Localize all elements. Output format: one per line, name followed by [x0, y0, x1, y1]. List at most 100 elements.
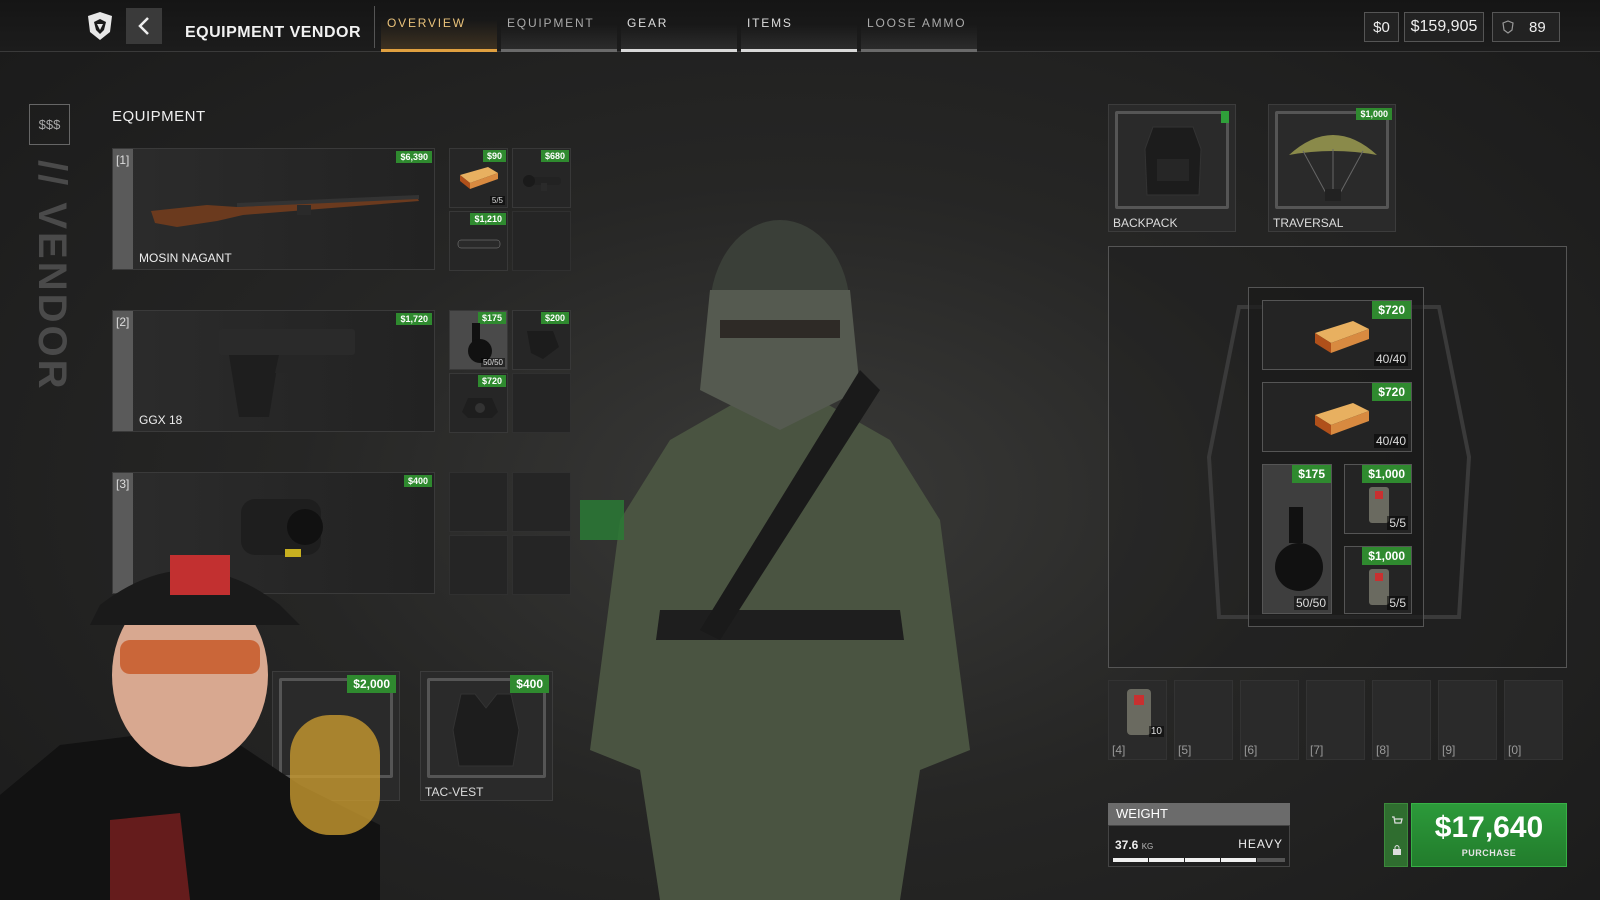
slot-index: [0] — [1508, 743, 1522, 757]
backpack-item[interactable]: $720 40/40 — [1262, 300, 1412, 370]
character-model — [580, 220, 970, 900]
tab-gear[interactable]: GEAR — [621, 6, 737, 52]
traversal-price: $1,000 — [1356, 108, 1392, 120]
weight-status: HEAVY — [1238, 837, 1283, 851]
streamer-webcam — [0, 555, 380, 900]
tab-equipment[interactable]: EQUIPMENT — [501, 6, 617, 52]
token-icon — [1502, 20, 1514, 34]
tac-vest-label: TAC-VEST — [425, 785, 484, 799]
attachment-slot-empty[interactable] — [449, 535, 508, 595]
top-bar: EQUIPMENT VENDOR OVERVIEW EQUIPMENT GEAR… — [0, 0, 1600, 52]
purchase-options-button[interactable] — [1384, 803, 1408, 867]
weight-bar-segment — [1149, 858, 1184, 862]
parachute-icon — [1289, 135, 1377, 201]
equipped-indicator — [1221, 111, 1229, 123]
backpack-item[interactable]: $1,000 5/5 — [1344, 464, 1412, 534]
backpack-icon — [1144, 126, 1202, 196]
attachment-slot[interactable]: $720 — [449, 373, 508, 433]
purchase-label: PURCHASE — [1461, 848, 1517, 858]
game-logo — [88, 12, 112, 40]
traversal-slot[interactable]: $1,000 TRAVERSAL — [1268, 104, 1396, 232]
item-count: 5/5 — [1387, 516, 1408, 530]
item-count: 10 — [1148, 726, 1164, 737]
drum-magazine-icon — [1275, 507, 1323, 591]
slot-strip — [113, 149, 133, 269]
ammo-count: 5/5 — [489, 196, 505, 205]
ammo-box-icon — [460, 167, 498, 189]
title-divider — [374, 6, 375, 48]
money-balance: $159,905 — [1404, 12, 1484, 42]
cart-icon — [1392, 816, 1403, 824]
slot-index: [4] — [1112, 743, 1126, 757]
weight-value-line: 37.6 KG — [1115, 838, 1153, 852]
weight-value: 37.6 — [1115, 838, 1139, 852]
sight-icon — [462, 398, 498, 418]
cash-balance: $0 — [1364, 12, 1399, 42]
ammo-count: 40/40 — [1373, 434, 1408, 448]
backpack-item[interactable]: $1,000 5/5 — [1344, 546, 1412, 614]
slot-index: [2] — [116, 315, 130, 329]
quick-slot[interactable]: [6] — [1240, 680, 1299, 760]
ammo-box-icon — [1315, 321, 1369, 353]
tac-vest-slot[interactable]: $400 TAC-VEST — [420, 671, 553, 801]
attachment-slot[interactable]: $175 50/50 — [449, 310, 508, 370]
quick-slot[interactable]: [7] — [1306, 680, 1365, 760]
quick-slot[interactable]: [8] — [1372, 680, 1431, 760]
weapon-slot-2[interactable]: [2] $1,720 GGX 18 — [112, 310, 435, 432]
slot-index: [8] — [1376, 743, 1390, 757]
attachment-slot-empty[interactable] — [449, 472, 508, 532]
weight-body: 37.6 KG HEAVY — [1108, 825, 1290, 867]
item-price: $1,000 — [1362, 465, 1411, 483]
attachment-price: $90 — [482, 150, 506, 162]
attachment-slot[interactable]: $1,210 — [449, 211, 508, 271]
weight-bar-segment — [1257, 858, 1285, 862]
page-title: EQUIPMENT VENDOR — [185, 24, 362, 41]
scope-icon — [523, 175, 561, 191]
weight-bar-segment — [1185, 858, 1220, 862]
item-price: $720 — [1372, 383, 1411, 401]
token-count: 89 — [1529, 18, 1546, 36]
purchase-button[interactable]: $17,640 PURCHASE — [1411, 803, 1567, 867]
slot-index: [6] — [1244, 743, 1258, 757]
tab-items[interactable]: ITEMS — [741, 6, 857, 52]
traversal-label: TRAVERSAL — [1273, 216, 1344, 230]
money-filter-button[interactable]: $$$ — [29, 104, 70, 145]
weapon-price: $1,720 — [396, 313, 432, 325]
attachment-price: $720 — [477, 375, 506, 387]
purchase-total: $17,640 — [1434, 811, 1544, 844]
vest-icon — [452, 693, 520, 767]
weight-panel: WEIGHT 37.6 KG HEAVY — [1108, 803, 1290, 867]
holster-icon — [527, 331, 559, 359]
item-count: 5/5 — [1387, 596, 1408, 610]
slot-index: [3] — [116, 477, 130, 491]
ammo-count: 40/40 — [1373, 352, 1408, 366]
item-price: $720 — [1372, 301, 1411, 319]
backpack-slot[interactable]: BACKPACK — [1108, 104, 1236, 232]
attachment-slot[interactable]: $90 5/5 — [449, 148, 508, 208]
attachment-price: $1,210 — [470, 213, 506, 225]
backpack-label: BACKPACK — [1113, 216, 1178, 230]
quick-slot[interactable]: 10 [4] — [1108, 680, 1167, 760]
slot-index: [7] — [1310, 743, 1324, 757]
quick-slot[interactable]: [9] — [1438, 680, 1497, 760]
item-price: $175 — [1292, 465, 1331, 483]
slot-index: [9] — [1442, 743, 1456, 757]
attachment-price: $680 — [540, 150, 569, 162]
weight-bar-segment — [1221, 858, 1256, 862]
backpack-item[interactable]: $175 50/50 — [1262, 464, 1332, 614]
weight-bar-segment — [1113, 858, 1148, 862]
item-price: $1,000 — [1362, 547, 1411, 565]
quick-slot[interactable]: [5] — [1174, 680, 1233, 760]
lock-icon — [1393, 845, 1401, 855]
back-button[interactable] — [126, 8, 162, 44]
pistol-icon — [219, 329, 355, 417]
tab-loose-ammo[interactable]: LOOSE AMMO — [861, 6, 977, 52]
weight-unit: KG — [1141, 842, 1154, 851]
weapon-slot-1[interactable]: [1] $6,390 MOSIN NAGANT — [112, 148, 435, 270]
slot-index: [1] — [116, 153, 130, 167]
quick-slot[interactable]: [0] — [1504, 680, 1563, 760]
tab-overview[interactable]: OVERVIEW — [381, 6, 497, 52]
ammo-box-icon — [1315, 403, 1369, 435]
weapon-name: GGX 18 — [139, 413, 183, 427]
backpack-item[interactable]: $720 40/40 — [1262, 382, 1412, 452]
